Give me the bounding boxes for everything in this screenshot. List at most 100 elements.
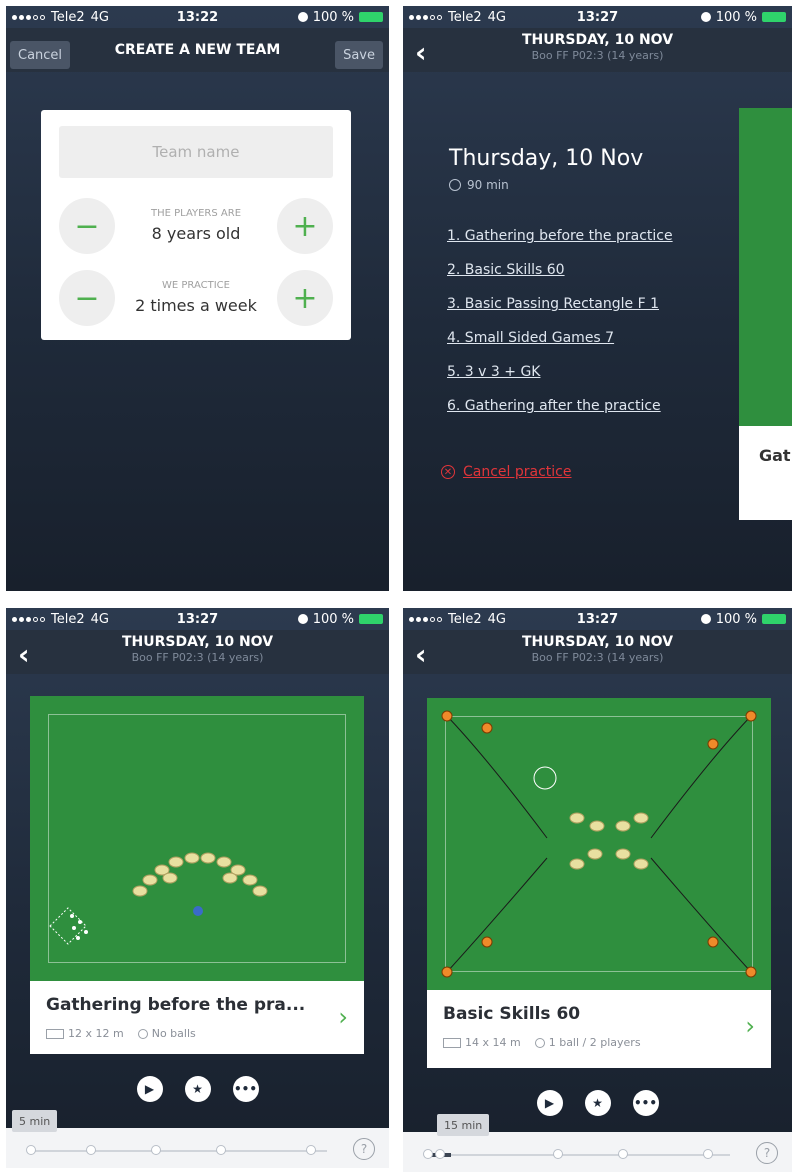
signal-icon <box>409 616 442 622</box>
pitch-diagram <box>427 698 771 990</box>
timeline-node[interactable] <box>216 1145 226 1155</box>
alarm-icon <box>700 614 711 624</box>
ball-icon <box>534 1038 545 1048</box>
exercise-title: Basic Skills 60 <box>443 1004 581 1024</box>
signal-icon <box>12 616 45 622</box>
team-form-card: − THE PLAYERS ARE 8 years old + − WE PRA… <box>41 110 351 340</box>
practice-overview-screen: Tele2 4G 13:27 100 % ‹ THURSDAY, 10 NOV … <box>403 6 792 591</box>
exercise-gathering-screen: Tele2 4G 13:27 100 % ‹ THURSDAY, 10 NOV … <box>6 608 389 1168</box>
status-bar: Tele2 4G 13:27 100 % <box>6 608 389 630</box>
carrier: Tele2 <box>51 9 85 25</box>
timeline-node[interactable] <box>86 1145 96 1155</box>
favorite-button[interactable]: ★ <box>584 1090 611 1116</box>
exercise-info: Gathering before the pra... 12 x 12 m No… <box>30 981 364 1054</box>
help-button[interactable]: ? <box>756 1142 778 1164</box>
practice-duration: 90 min <box>449 178 509 192</box>
timeline-node[interactable] <box>703 1149 713 1159</box>
exercise-link[interactable]: 6. Gathering after the practice <box>447 398 673 432</box>
practice-timeline: 15 min ? <box>403 1114 792 1172</box>
age-increase-button[interactable]: + <box>277 198 333 254</box>
page-title: THURSDAY, 10 NOV <box>521 32 674 48</box>
favorite-button[interactable]: ★ <box>184 1076 211 1102</box>
battery-level: 100 % <box>715 9 757 25</box>
exercise-link[interactable]: 4. Small Sided Games 7 <box>447 330 673 364</box>
status-bar: Tele2 4G 13:27 100 % <box>403 6 792 28</box>
exercise-info: Basic Skills 60 14 x 14 m 1 ball / 2 pla… <box>427 990 771 1068</box>
exercise-link[interactable]: 5. 3 v 3 + GK <box>447 364 673 398</box>
timeline-node[interactable] <box>26 1145 36 1155</box>
battery-level: 100 % <box>312 9 354 25</box>
exercise-link[interactable]: 1. Gathering before the practice <box>447 228 673 262</box>
field-size-icon <box>443 1038 461 1048</box>
nav-bar: ‹ THURSDAY, 10 NOV Boo FF P02:3 (14 year… <box>6 630 389 674</box>
timeline-node[interactable] <box>618 1149 628 1159</box>
practice-timeline: 5 min ? <box>6 1110 389 1168</box>
frequency-increase-button[interactable]: + <box>277 270 333 326</box>
timeline-track[interactable] <box>427 1153 730 1157</box>
field-size-icon <box>46 1029 64 1039</box>
create-team-screen: Tele2 4G 13:22 100 % Cancel CREATE A NEW… <box>6 6 389 591</box>
timeline-node[interactable] <box>423 1149 433 1159</box>
cancel-practice-label: Cancel practice <box>463 464 572 480</box>
exercise-basic-skills-screen: Tele2 4G 13:27 100 % ‹ THURSDAY, 10 NOV … <box>403 608 792 1172</box>
battery-icon <box>359 12 383 22</box>
team-subtitle: Boo FF P02:3 (14 years) <box>531 651 664 664</box>
practice-frequency-stepper: − WE PRACTICE 2 times a week + <box>59 270 333 326</box>
timeline-node[interactable] <box>553 1149 563 1159</box>
exercise-card-peek[interactable]: Gat <box>739 108 792 520</box>
nav-bar: ‹ THURSDAY, 10 NOV Boo FF P02:3 (14 year… <box>403 28 792 72</box>
players-age-stepper: − THE PLAYERS ARE 8 years old + <box>59 198 333 254</box>
network: 4G <box>90 611 109 627</box>
exercise-meta: 14 x 14 m 1 ball / 2 players <box>443 1036 641 1049</box>
practice-value: 2 times a week <box>135 296 257 315</box>
practice-date: Thursday, 10 Nov <box>449 146 644 171</box>
alarm-icon <box>700 12 711 22</box>
exercise-actions: ▶ ★ ••• <box>403 1090 792 1116</box>
pitch-preview <box>739 108 792 426</box>
exercise-card[interactable]: Gathering before the pra... 12 x 12 m No… <box>30 696 364 1054</box>
chevron-right-icon[interactable]: › <box>745 1012 755 1040</box>
play-button[interactable]: ▶ <box>136 1076 163 1102</box>
status-bar: Tele2 4G 13:22 100 % <box>6 6 389 28</box>
pitch-diagram <box>30 696 364 981</box>
help-button[interactable]: ? <box>353 1138 375 1160</box>
age-decrease-button[interactable]: − <box>59 198 115 254</box>
frequency-decrease-button[interactable]: − <box>59 270 115 326</box>
network: 4G <box>487 9 506 25</box>
battery-icon <box>762 12 786 22</box>
exercise-link[interactable]: 3. Basic Passing Rectangle F 1 <box>447 296 673 330</box>
exercise-actions: ▶ ★ ••• <box>6 1076 389 1102</box>
team-subtitle: Boo FF P02:3 (14 years) <box>131 651 264 664</box>
players-label: THE PLAYERS ARE <box>150 208 242 219</box>
exercise-card[interactable]: Basic Skills 60 14 x 14 m 1 ball / 2 pla… <box>427 698 771 1068</box>
timeline-node[interactable] <box>306 1145 316 1155</box>
timeline-duration-badge: 15 min <box>437 1114 490 1136</box>
status-time: 13:27 <box>176 611 219 627</box>
battery-level: 100 % <box>715 611 757 627</box>
timeline-track[interactable] <box>30 1150 327 1152</box>
alarm-icon <box>297 614 308 624</box>
team-subtitle: Boo FF P02:3 (14 years) <box>531 49 664 62</box>
save-button[interactable]: Save <box>335 41 383 69</box>
alarm-icon <box>297 12 308 22</box>
exercise-link[interactable]: 2. Basic Skills 60 <box>447 262 673 296</box>
gathering-diagram-icon <box>49 852 268 945</box>
network: 4G <box>90 9 109 25</box>
more-button[interactable]: ••• <box>232 1076 259 1102</box>
play-button[interactable]: ▶ <box>536 1090 563 1116</box>
peek-card-title: Gat <box>759 446 791 465</box>
signal-icon <box>12 14 45 20</box>
cancel-practice-link[interactable]: ✕ Cancel practice <box>441 464 572 480</box>
timeline-node[interactable] <box>151 1145 161 1155</box>
more-button[interactable]: ••• <box>632 1090 659 1116</box>
team-name-input[interactable] <box>59 126 333 178</box>
page-title: THURSDAY, 10 NOV <box>121 634 274 650</box>
skills-diagram-icon <box>441 710 757 978</box>
practice-label: WE PRACTICE <box>162 280 230 291</box>
battery-icon <box>762 614 786 624</box>
timeline-node[interactable] <box>435 1149 445 1159</box>
exercise-meta: 12 x 12 m No balls <box>46 1027 196 1040</box>
carrier: Tele2 <box>448 9 482 25</box>
timeline-duration-badge: 5 min <box>12 1110 58 1132</box>
chevron-right-icon[interactable]: › <box>338 1003 348 1031</box>
